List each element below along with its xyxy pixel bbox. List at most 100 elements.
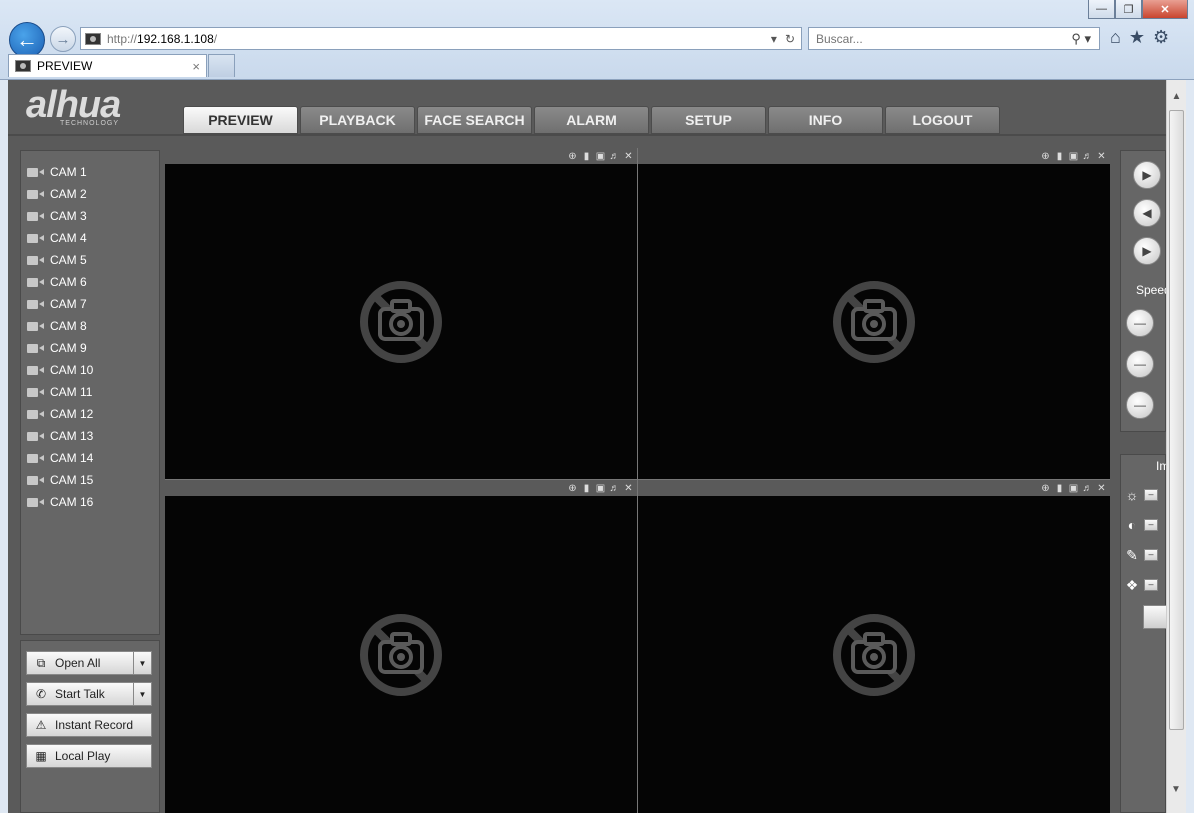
tab-setup[interactable]: SETUP [651,106,766,134]
camera-icon [27,475,44,485]
browser-tab-preview[interactable]: PREVIEW × [8,54,207,77]
digital-zoom-icon[interactable]: ⊕ [567,151,578,162]
camera-icon [27,431,44,441]
ptz-up-icon[interactable]: ▶ [1133,161,1161,189]
close-pane-icon[interactable]: ✕ [1096,151,1107,162]
new-tab-button[interactable] [208,54,235,77]
address-bar[interactable]: http:// 192.168.1.108 / ▾ ↻ [80,27,802,50]
favorites-star-icon[interactable]: ★ [1129,27,1145,48]
record-icon[interactable]: ▮ [1054,151,1065,162]
camera-list-item[interactable]: CAM 15 [21,469,159,491]
minimize-button[interactable]: — [1088,0,1115,19]
camera-list-item[interactable]: CAM 4 [21,227,159,249]
local-play-button[interactable]: ▦ Local Play [26,744,152,768]
camera-list-item[interactable]: CAM 16 [21,491,159,513]
record-icon[interactable]: ▮ [581,151,592,162]
open-all-dropdown-icon[interactable]: ▼ [133,652,151,674]
start-talk-dropdown-icon[interactable]: ▼ [133,683,151,705]
address-dropdown-icon[interactable]: ▾ [771,32,777,46]
camera-list-item[interactable]: CAM 13 [21,425,159,447]
camera-label: CAM 11 [50,385,93,399]
vertical-scrollbar[interactable]: ▲ ▼ [1166,80,1186,813]
tab-preview[interactable]: PREVIEW [183,106,298,134]
settings-gear-icon[interactable]: ⚙ [1153,27,1169,48]
camera-list-item[interactable]: CAM 10 [21,359,159,381]
close-pane-icon[interactable]: ✕ [623,483,634,494]
brightness-icon: ☼ [1125,487,1139,503]
camera-list-item[interactable]: CAM 3 [21,205,159,227]
digital-zoom-icon[interactable]: ⊕ [1040,483,1051,494]
audio-icon[interactable]: ♬ [1082,151,1093,162]
tab-close-icon[interactable]: × [192,59,200,74]
camera-list-item[interactable]: CAM 14 [21,447,159,469]
start-talk-button[interactable]: ✆ Start Talk ▼ [26,682,152,706]
digital-zoom-icon[interactable]: ⊕ [567,483,578,494]
hue-minus-button[interactable]: – [1144,579,1158,591]
camera-list-item[interactable]: CAM 6 [21,271,159,293]
video-pane[interactable]: ⊕ ▮ ▣ ♬ ✕ [165,148,637,479]
brightness-minus-button[interactable]: – [1144,489,1158,501]
tab-playback[interactable]: PLAYBACK [300,106,415,134]
focus-minus-icon[interactable]: — [1126,350,1154,378]
ptz-left-icon[interactable]: ◀ [1133,199,1161,227]
tab-alarm[interactable]: ALARM [534,106,649,134]
scroll-up-icon[interactable]: ▲ [1168,88,1186,106]
camera-list-item[interactable]: CAM 11 [21,381,159,403]
video-pane[interactable]: ⊕ ▮ ▣ ♬ ✕ [638,148,1110,479]
scrollbar-thumb[interactable] [1169,110,1184,730]
ptz-right-icon[interactable]: ▶ [1133,237,1161,265]
video-pane[interactable]: ⊕ ▮ ▣ ♬ ✕ [638,480,1110,813]
tab-info[interactable]: INFO [768,106,883,134]
close-pane-icon[interactable]: ✕ [1096,483,1107,494]
forward-button[interactable]: → [50,26,76,52]
close-window-button[interactable]: ✕ [1142,0,1188,19]
pane-toolbar: ⊕ ▮ ▣ ♬ ✕ [638,148,1110,164]
search-input[interactable] [816,31,1072,46]
contrast-minus-button[interactable]: – [1144,519,1158,531]
digital-zoom-icon[interactable]: ⊕ [1040,151,1051,162]
snapshot-icon[interactable]: ▣ [1068,483,1079,494]
video-screen[interactable] [638,496,1110,813]
address-protocol: http:// [107,31,138,46]
image-reset-button[interactable] [1143,605,1166,629]
close-pane-icon[interactable]: ✕ [623,151,634,162]
camera-list-item[interactable]: CAM 9 [21,337,159,359]
record-icon[interactable]: ▮ [1054,483,1065,494]
image-adjust-panel: Im ☼ – ◐ – ✎ – ❖ – [1120,454,1166,813]
camera-list-item[interactable]: CAM 12 [21,403,159,425]
video-pane[interactable]: ⊕ ▮ ▣ ♬ ✕ [165,480,637,813]
search-icon[interactable]: ⚲ ▾ [1071,31,1099,47]
scroll-down-icon[interactable]: ▼ [1167,781,1185,799]
camera-list-item[interactable]: CAM 1 [21,161,159,183]
home-icon[interactable]: ⌂ [1110,27,1121,48]
iris-minus-icon[interactable]: — [1126,391,1154,419]
snapshot-icon[interactable]: ▣ [1068,151,1079,162]
camera-label: CAM 3 [50,209,87,223]
search-box[interactable]: ⚲ ▾ [808,27,1100,50]
back-button[interactable]: ← [9,22,45,58]
refresh-icon[interactable]: ↻ [785,32,795,46]
snapshot-icon[interactable]: ▣ [595,151,606,162]
open-all-button[interactable]: ⧉ Open All ▼ [26,651,152,675]
instant-record-button[interactable]: ⚠ Instant Record [26,713,152,737]
audio-icon[interactable]: ♬ [1082,483,1093,494]
phone-icon: ✆ [35,687,47,701]
camera-list-item[interactable]: CAM 2 [21,183,159,205]
camera-label: CAM 2 [50,187,87,201]
tab-logout[interactable]: LOGOUT [885,106,1000,134]
video-screen[interactable] [638,164,1110,479]
snapshot-icon[interactable]: ▣ [595,483,606,494]
audio-icon[interactable]: ♬ [609,151,620,162]
camera-list: CAM 1 CAM 2 CAM 3 CAM 4 CAM 5 CAM 6 CAM 7 CAM 8… [20,150,160,635]
video-screen[interactable] [165,496,637,813]
tab-face-search[interactable]: FACE SEARCH [417,106,532,134]
restore-button[interactable]: ❐ [1115,0,1142,19]
saturation-minus-button[interactable]: – [1144,549,1158,561]
camera-list-item[interactable]: CAM 8 [21,315,159,337]
audio-icon[interactable]: ♬ [609,483,620,494]
camera-list-item[interactable]: CAM 7 [21,293,159,315]
video-screen[interactable] [165,164,637,479]
zoom-minus-icon[interactable]: — [1126,309,1154,337]
camera-list-item[interactable]: CAM 5 [21,249,159,271]
record-icon[interactable]: ▮ [581,483,592,494]
